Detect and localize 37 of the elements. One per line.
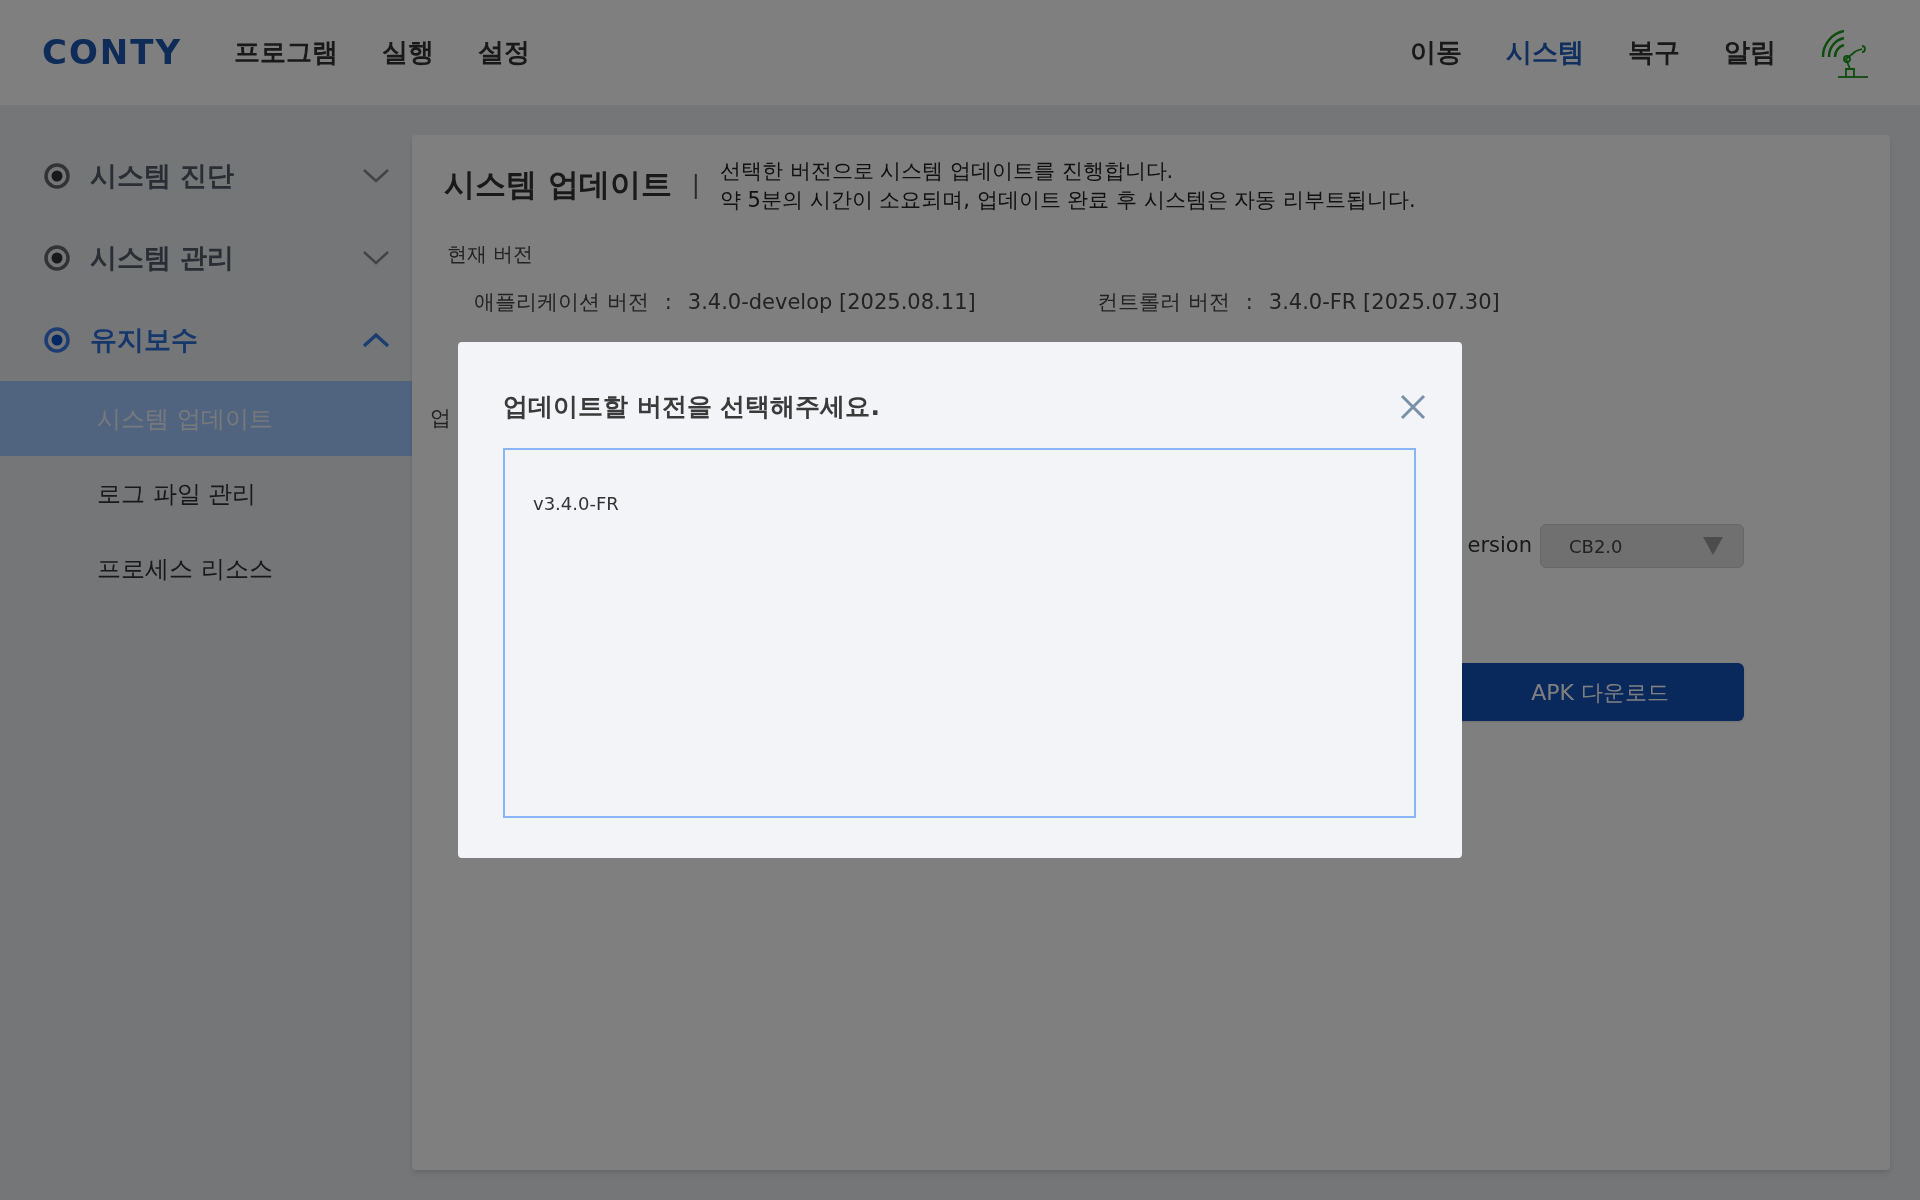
version-colon: : [1245,289,1253,316]
nav-menu-item[interactable]: 설정 [478,33,531,72]
description-line: 선택한 버전으로 시스템 업데이트를 진행합니다. [719,158,1175,185]
version-colon: : [664,289,672,316]
chevron-down-icon[interactable] [362,168,390,184]
version-option[interactable]: v3.4.0-FR [531,489,621,517]
version-value: 3.4.0-develop [2025.08.11] [687,289,976,316]
nav-menu-item[interactable]: 알림 [1724,33,1776,72]
sidebar-group-label: 시스템 관리 [90,240,235,275]
logo[interactable]: CONTY [42,27,183,78]
page-title: 시스템 업데이트 [444,165,672,204]
dialog-title: 업데이트할 버전을 선택해주세요. [503,391,880,423]
close-icon[interactable] [1400,393,1426,420]
sidebar-group[interactable]: 유지보수 [0,299,412,381]
section-heading: 업 [430,404,451,432]
dropdown-triangle-icon [1703,537,1723,555]
nav-menu-item[interactable]: 프로그램 [234,33,339,72]
chevron-down-icon[interactable] [362,250,390,266]
sidebar-group[interactable]: 시스템 진단 [0,135,412,217]
sidebar-group-label: 시스템 진단 [90,158,235,193]
description-line: 약 5분의 시간이 소요되며, 업데이트 완료 후 시스템은 자동 리부트됩니다. [719,187,1416,214]
version-label: 컨트롤러 버전 [1097,289,1230,316]
board-version-dropdown[interactable]: CB2.0 [1540,524,1744,568]
title-divider: | [691,170,700,201]
nav-menu-item[interactable]: 이동 [1410,33,1462,72]
version-label: 애플리케이션 버전 [474,289,649,316]
section-heading: 현재 버전 [447,241,535,268]
nav-menu-item[interactable]: 복구 [1628,33,1680,72]
sidebar-group[interactable]: 시스템 관리 [0,217,412,299]
sidebar-item[interactable]: 프로세스 리소스 [0,531,412,606]
field-label: ersion [1467,532,1532,560]
nav-menu-item[interactable]: 시스템 [1506,33,1584,72]
nav-menu-item[interactable]: 실행 [382,33,435,72]
chevron-up-icon[interactable] [362,332,390,348]
version-value: 3.4.0-FR [2025.07.30] [1268,289,1500,316]
sidebar-group-label: 유지보수 [90,322,198,357]
sidebar-item[interactable]: 로그 파일 관리 [0,456,412,531]
